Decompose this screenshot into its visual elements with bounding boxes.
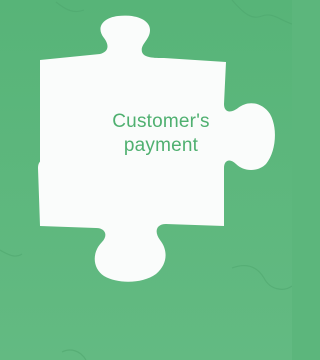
label-line-2: payment (123, 135, 199, 156)
puzzle-scene: Customer's payment (0, 0, 292, 360)
piece-label: Customer's payment (96, 110, 226, 158)
label-line-1: Customer's (112, 111, 210, 132)
puzzle-illustration (0, 0, 292, 360)
